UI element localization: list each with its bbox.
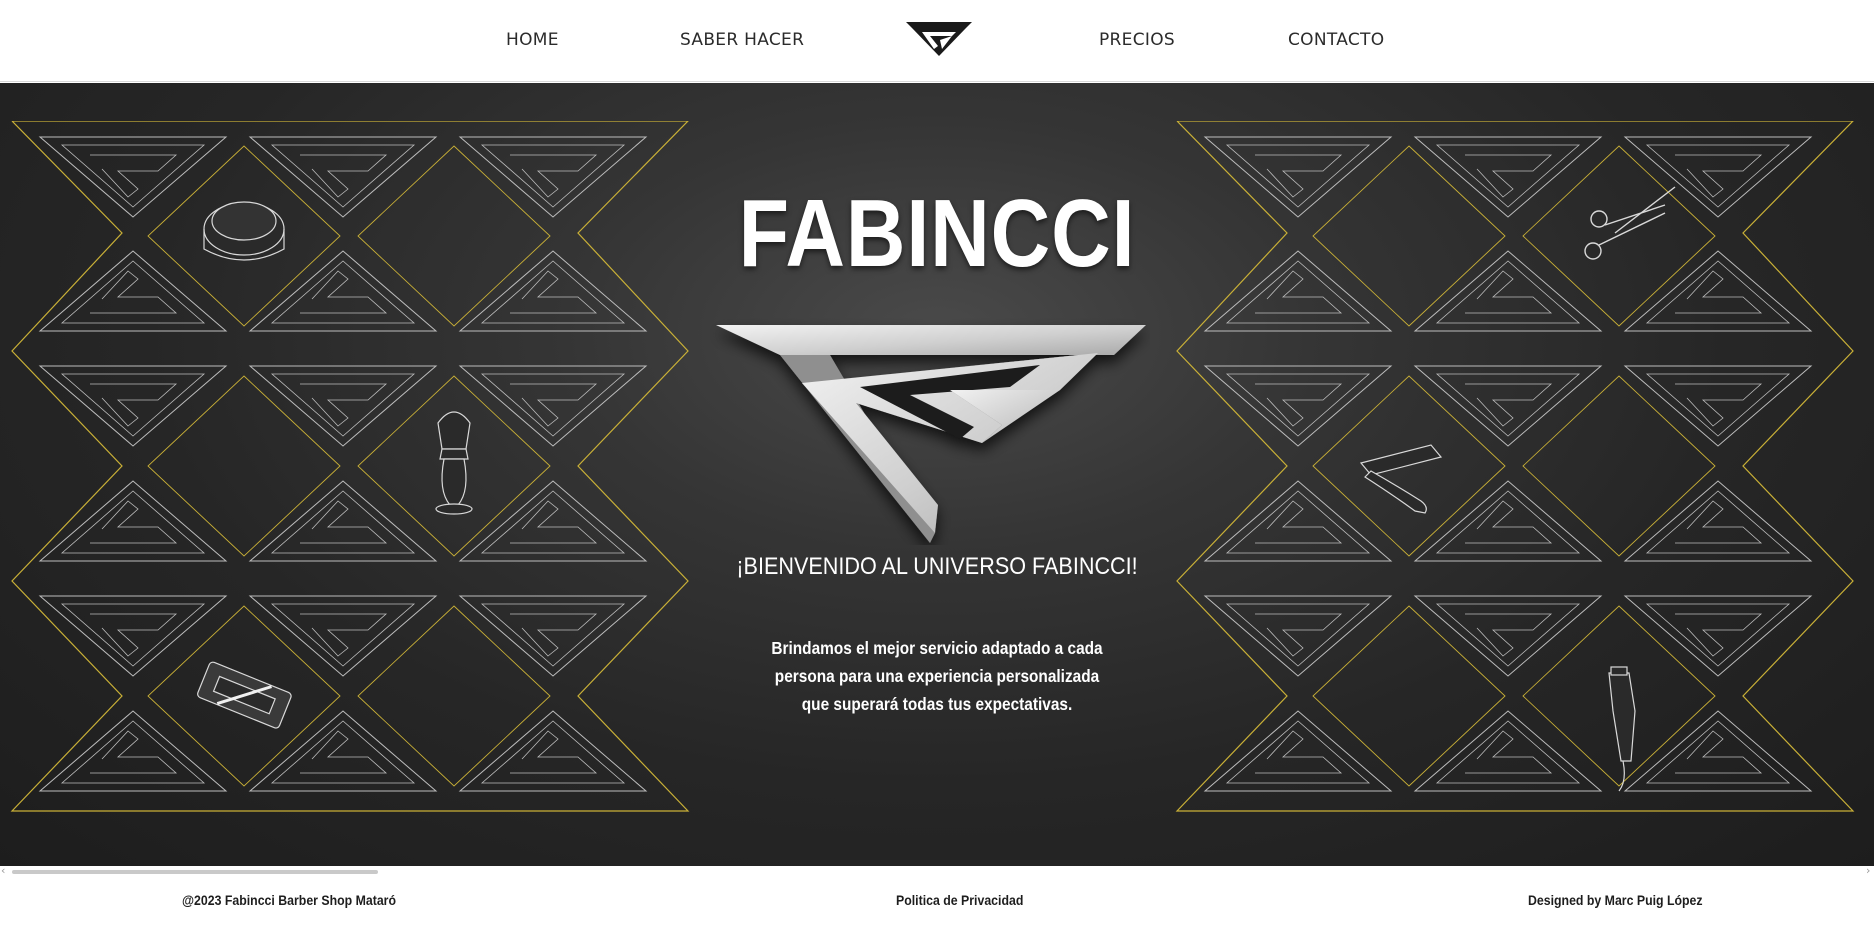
welcome-heading: ¡BIENVENIDO AL UNIVERSO FABINCCI! (736, 553, 1138, 580)
shaving-brush-icon (435, 411, 473, 515)
hero-section: FABINCCI ¡BIENVENIDO AL UNIVERSO FABINCC… (0, 83, 1874, 866)
brand-title: FABINCCI (738, 180, 1136, 287)
fabincci-large-logo-icon (716, 325, 1146, 543)
horizontal-scrollbar[interactable]: ‹ › (0, 864, 1874, 877)
nav-link-contacto[interactable]: CONTACTO (1288, 30, 1384, 50)
tagline-line: Brindamos el mejor servicio adaptado a c… (771, 638, 1103, 658)
tagline-line: persona para una experiencia personaliza… (774, 666, 1100, 686)
hero-tagline: Brindamos el mejor servicio adaptado a c… (112, 634, 1761, 718)
footer: @2023 Fabincci Barber Shop Mataró Politi… (0, 876, 1874, 927)
footer-copyright: @2023 Fabincci Barber Shop Mataró (182, 892, 396, 908)
nav-link-home[interactable]: HOME (506, 30, 559, 50)
top-navigation: HOME SABER HACER PRECIOS CONTACTO (0, 0, 1874, 82)
tagline-line: que superará todas tus expectativas. (801, 694, 1073, 714)
straight-razor-icon (1359, 444, 1443, 514)
footer-credit: Designed by Marc Puig López (1528, 892, 1703, 908)
privacy-policy-link[interactable]: Politica de Privacidad (896, 892, 1023, 908)
fabincci-logo-icon[interactable] (906, 22, 972, 56)
scrollbar-thumb[interactable] (12, 870, 378, 874)
nav-link-precios[interactable]: PRECIOS (1099, 30, 1175, 50)
nav-link-saber-hacer[interactable]: SABER HACER (680, 30, 804, 50)
